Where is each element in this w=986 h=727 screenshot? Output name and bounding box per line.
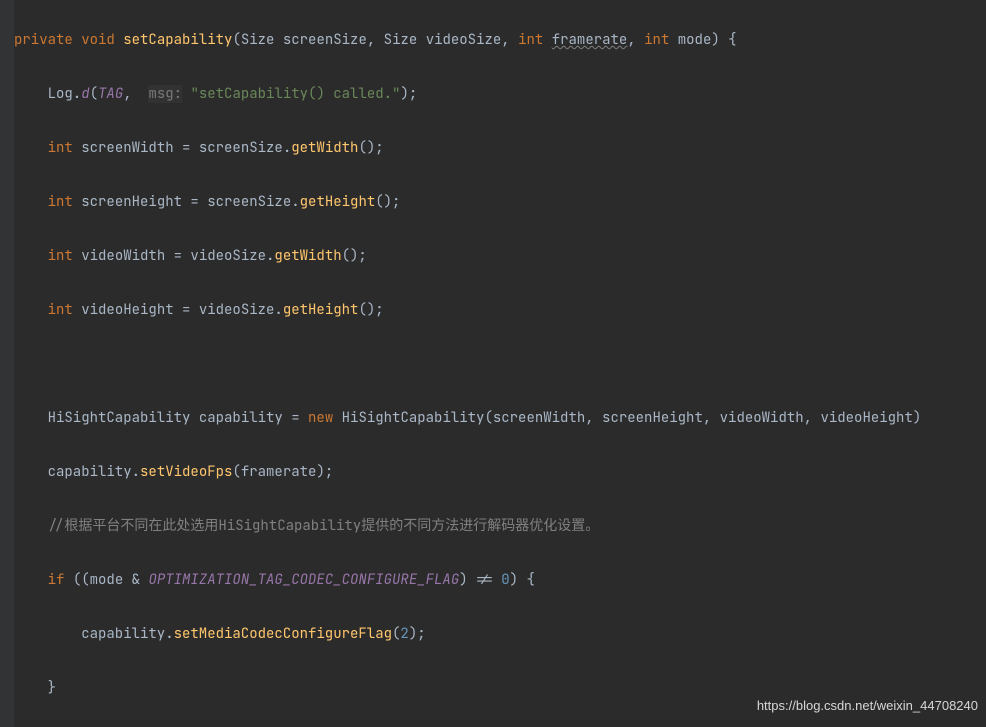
code-line: if ((mode & OPTIMIZATION_TAG_CODEC_CONFI…: [14, 567, 986, 594]
code-editor[interactable]: private void setCapability(Size screenSi…: [0, 0, 986, 727]
code-line: int screenHeight = screenSize.getHeight(…: [14, 189, 986, 216]
code-line: Log.d(TAG, msg: "setCapability() called.…: [14, 81, 986, 108]
code-line: //根据平台不同在此处选用HiSightCapability提供的不同方法进行解…: [14, 513, 986, 540]
code-line: capability.setVideoFps(framerate);: [14, 459, 986, 486]
editor-gutter: [0, 0, 14, 727]
code-line: int videoWidth = videoSize.getWidth();: [14, 243, 986, 270]
code-line: HiSightCapability capability = new HiSig…: [14, 405, 986, 432]
code-area[interactable]: private void setCapability(Size screenSi…: [14, 0, 986, 727]
code-line: [14, 351, 986, 378]
code-line: int videoHeight = videoSize.getHeight();: [14, 297, 986, 324]
code-line: private void setCapability(Size screenSi…: [14, 27, 986, 54]
watermark: https://blog.csdn.net/weixin_44708240: [757, 692, 978, 719]
code-line: capability.setMediaCodecConfigureFlag(2)…: [14, 621, 986, 648]
code-line: int screenWidth = screenSize.getWidth();: [14, 135, 986, 162]
